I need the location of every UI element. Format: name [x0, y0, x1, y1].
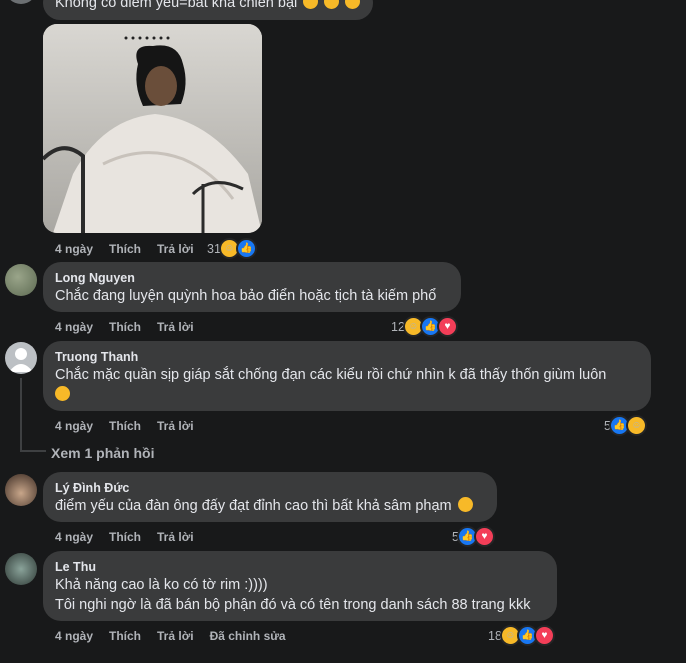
avatar[interactable]: [5, 264, 37, 296]
reaction-summary[interactable]: 5 👍 ♥: [452, 526, 495, 547]
like-icon: 👍: [235, 238, 257, 259]
view-replies-link[interactable]: Xem 1 phản hồi: [51, 445, 154, 461]
comment-text-content: Không có điểm yếu=bất khả chiến bại: [55, 0, 298, 11]
top-comment-bubble: Không có điểm yếu=bất khả chiến bại: [43, 0, 373, 20]
comment-time[interactable]: 4 ngày: [55, 629, 93, 643]
comment-text: Chắc mặc quần sịp giáp sắt chống đạn các…: [55, 365, 639, 405]
reaction-summary[interactable]: 18 ☺ 👍 ♥: [488, 625, 555, 646]
reaction-summary[interactable]: 5 👍 ☺: [604, 415, 647, 436]
comment-author[interactable]: Lý Đình Đức: [55, 480, 485, 496]
like-button[interactable]: Thích: [109, 242, 141, 256]
comment-text-content: Chắc mặc quần sịp giáp sắt chống đạn các…: [55, 367, 607, 383]
reply-button[interactable]: Trả lời: [157, 530, 194, 544]
thread-line-branch: [20, 450, 46, 452]
comment-text-content: điểm yếu của đàn ông đấy đạt đỉnh cao th…: [55, 498, 452, 514]
comment-image[interactable]: [43, 24, 262, 233]
comment-actions: 4 ngày Thích Trả lời: [55, 530, 194, 544]
meme-photo-icon: [43, 24, 262, 233]
love-icon: ♥: [436, 316, 458, 337]
comment-author[interactable]: Long Nguyen: [55, 270, 449, 286]
reply-button[interactable]: Trả lời: [157, 242, 194, 256]
reply-button[interactable]: Trả lời: [157, 320, 194, 334]
grin-emoji-icon: [457, 497, 473, 512]
comment-bubble: Long Nguyen Chắc đang luyện quỳnh hoa bả…: [43, 262, 461, 312]
reply-button[interactable]: Trả lời: [157, 629, 194, 643]
comment-author[interactable]: Truong Thanh: [55, 349, 639, 365]
comment-bubble: Lý Đình Đức điểm yếu của đàn ông đấy đạt…: [43, 472, 497, 522]
like-button[interactable]: Thích: [109, 530, 141, 544]
avatar[interactable]: [5, 342, 37, 374]
comment-actions: 4 ngày Thích Trả lời: [55, 320, 194, 334]
comment-text: Khả năng cao là ko có tờ rim :)))): [55, 577, 268, 593]
comment-time[interactable]: 4 ngày: [55, 242, 93, 256]
reply-button[interactable]: Trả lời: [157, 419, 194, 433]
comment-text: điểm yếu của đàn ông đấy đạt đỉnh cao th…: [55, 496, 485, 516]
comment-time[interactable]: 4 ngày: [55, 320, 93, 334]
love-icon: ♥: [533, 625, 555, 646]
avatar[interactable]: [5, 553, 37, 585]
love-icon: ♥: [473, 526, 495, 547]
comment-actions: 4 ngày Thích Trả lời: [55, 419, 194, 433]
comment-time[interactable]: 4 ngày: [55, 419, 93, 433]
comment-time[interactable]: 4 ngày: [55, 530, 93, 544]
avatar[interactable]: [5, 0, 37, 4]
thread-line: [20, 378, 22, 450]
reaction-summary[interactable]: 12 ☺ 👍 ♥: [391, 316, 458, 337]
comment-actions: 4 ngày Thích Trả lời: [55, 242, 194, 256]
comment-text: Không có điểm yếu=bất khả chiến bại: [55, 0, 361, 20]
comment-bubble: Truong Thanh Chắc mặc quần sịp giáp sắt …: [43, 341, 651, 411]
default-user-icon: [9, 348, 33, 372]
laugh-emoji-icon: [324, 0, 340, 9]
comment-text: Tôi nghi ngờ là đã bán bộ phận đó và có …: [55, 597, 531, 613]
comment-actions: 4 ngày Thích Trả lời Đã chỉnh sửa: [55, 629, 286, 643]
grin-emoji-icon: [303, 0, 319, 9]
like-button[interactable]: Thích: [109, 629, 141, 643]
like-button[interactable]: Thích: [109, 320, 141, 334]
haha-icon: ☺: [625, 415, 647, 436]
avatar[interactable]: [5, 474, 37, 506]
tongue-emoji-icon: [345, 0, 361, 9]
comment-author[interactable]: Le Thu: [55, 559, 545, 575]
reaction-summary[interactable]: 31 ☺ 👍: [207, 238, 257, 259]
comment-text: Chắc đang luyện quỳnh hoa bảo điển hoặc …: [55, 288, 437, 304]
edited-label[interactable]: Đã chỉnh sửa: [210, 629, 286, 643]
comment-bubble: Le Thu Khả năng cao là ko có tờ rim :)))…: [43, 551, 557, 621]
like-button[interactable]: Thích: [109, 419, 141, 433]
laugh-tears-emoji-icon: [55, 386, 70, 401]
